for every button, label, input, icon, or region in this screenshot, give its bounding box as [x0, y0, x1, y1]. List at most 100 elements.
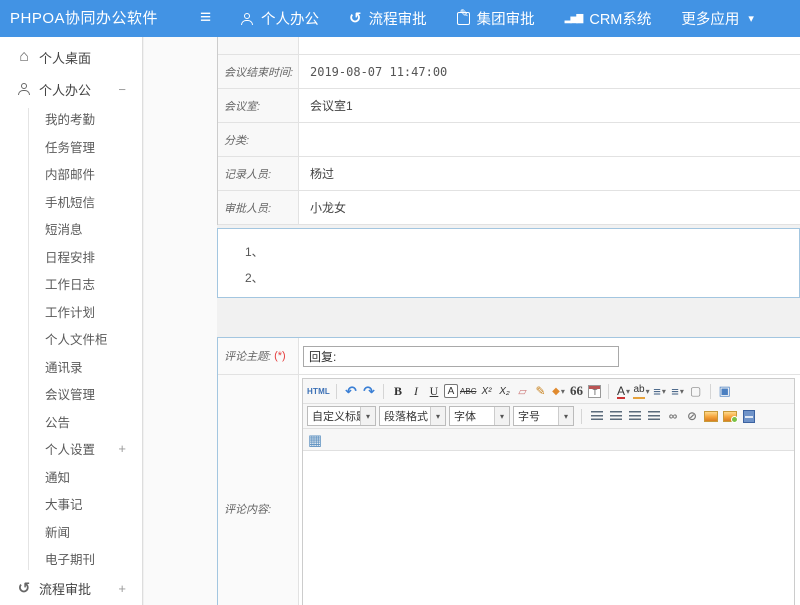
sidebar-item-personal-office[interactable]: 个人办公 − [0, 73, 142, 105]
form-label: 分类: [218, 123, 299, 156]
editor-content-area[interactable] [303, 451, 794, 605]
form-value: 会议室1 [299, 89, 800, 122]
edit-icon [457, 12, 470, 25]
app-window: PHPOA协同办公软件 ≡ 个人办公 流程审批 集团审批 CRM系统 更多应用 … [0, 0, 800, 605]
form-value [299, 123, 800, 156]
top-menu-label: CRM系统 [589, 8, 651, 29]
top-menu-more-apps[interactable]: 更多应用 ▾ [681, 0, 754, 37]
comment-subject-label-cell: 评论主题: (*) [218, 338, 299, 374]
sidebar-item-contacts[interactable]: 通讯录 [0, 353, 142, 381]
toolbar-align-center-button[interactable] [608, 407, 624, 426]
toolbar-numbered-list-button[interactable]: ≡ ▾ [652, 382, 668, 401]
sidebar-item-notifications[interactable]: 通知 [0, 463, 142, 491]
form-value: 杨过 [299, 157, 800, 190]
sidebar-item-label: 个人桌面 [39, 48, 91, 67]
top-menu: 个人办公 流程审批 集团审批 CRM系统 更多应用 ▾ [240, 0, 754, 37]
font-family-dropdown[interactable]: 字体 ▾ [449, 406, 510, 426]
top-navbar: PHPOA协同办公软件 ≡ 个人办公 流程审批 集团审批 CRM系统 更多应用 … [0, 0, 800, 37]
sidebar-item-memorabilia[interactable]: 大事记 [0, 490, 142, 518]
sidebar-item-internal-mail[interactable]: 内部邮件 [0, 160, 142, 188]
history-icon [16, 581, 32, 596]
sidebar-item-label: 流程审批 [39, 579, 91, 598]
sidebar-item-personal-files[interactable]: 个人文件柜 [0, 325, 142, 353]
toolbar-bold-button[interactable]: B [390, 382, 406, 401]
toolbar-superscript-button[interactable]: X² [478, 382, 494, 401]
collapse-icon[interactable]: − [118, 82, 126, 97]
toolbar-html-source-button[interactable]: HTML [307, 382, 330, 401]
top-menu-crm-system[interactable]: CRM系统 [565, 0, 652, 37]
toolbar-bullet-list-button[interactable]: ≡ ▾ [670, 382, 686, 401]
toolbar-justify-button[interactable] [646, 407, 662, 426]
font-color-icon: A [617, 384, 625, 399]
toolbar-undo-button[interactable]: ↶ [343, 382, 359, 401]
top-menu-group-approval[interactable]: 集团审批 [457, 0, 535, 37]
dropdown-label: 字体 [450, 408, 494, 424]
toolbar-font-style-button[interactable]: A [444, 384, 458, 398]
expand-icon[interactable]: + [118, 581, 126, 596]
top-menu-label: 集团审批 [477, 8, 535, 29]
top-menu-workflow-approval[interactable]: 流程审批 [349, 0, 427, 37]
sidebar-item-meeting-management[interactable]: 会议管理 [0, 380, 142, 408]
sidebar-item-news[interactable]: 新闻 [0, 518, 142, 546]
toolbar-quick-format-button[interactable]: ◆ ▾ [550, 382, 566, 401]
toolbar-redo-button[interactable]: ↷ [361, 382, 377, 401]
toolbar-format-painter-button[interactable]: ✎ [532, 382, 548, 401]
sidebar-item-work-plan[interactable]: 工作计划 [0, 298, 142, 326]
expand-icon[interactable]: + [118, 441, 126, 456]
sidebar-item-work-log[interactable]: 工作日志 [0, 270, 142, 298]
person-icon [240, 12, 254, 26]
caret-down-icon: ▾ [430, 407, 445, 425]
toolbar-insert-media-button[interactable] [741, 407, 757, 426]
sidebar-item-label: 大事记 [45, 494, 83, 513]
sidebar-item-label: 手机短信 [45, 192, 95, 211]
sidebar-item-e-journal[interactable]: 电子期刊 [0, 545, 142, 573]
paragraph-format-dropdown[interactable]: 段落格式 ▾ [379, 406, 446, 426]
sidebar-item-short-message[interactable]: 短消息 [0, 215, 142, 243]
toolbar-highlight-button[interactable]: ab ▾ [633, 382, 649, 401]
toolbar-underline-button[interactable]: U [426, 382, 442, 401]
toolbar-insert-date-button[interactable] [586, 382, 602, 401]
app-logo: PHPOA协同办公软件 [10, 0, 158, 37]
sidebar-item-label: 公告 [45, 412, 70, 431]
form-label: 会议结束时间: [218, 55, 299, 88]
toolbar-font-color-button[interactable]: A ▾ [615, 382, 631, 401]
toolbar-insert-table-button[interactable]: ▦ [307, 430, 323, 449]
form-label: 审批人员: [218, 191, 299, 224]
caret-down-icon: ▾ [646, 387, 650, 396]
caret-down-icon: ▾ [494, 407, 509, 425]
font-size-dropdown[interactable]: 字号 ▾ [513, 406, 574, 426]
toolbar-fullscreen-button[interactable]: ▣ [717, 382, 733, 401]
comment-subject-input[interactable] [303, 346, 619, 367]
toolbar-subscript-button[interactable]: X₂ [496, 382, 512, 401]
toolbar-align-right-button[interactable] [627, 407, 643, 426]
sidebar-item-workflow-approval[interactable]: 流程审批 + [0, 573, 142, 605]
toolbar-italic-button[interactable]: I [408, 382, 424, 401]
toolbar-blockquote-button[interactable]: 66 [568, 382, 584, 401]
sidebar-item-mobile-sms[interactable]: 手机短信 [0, 188, 142, 216]
sidebar-item-schedule[interactable]: 日程安排 [0, 243, 142, 271]
sidebar-item-label: 工作日志 [45, 274, 95, 293]
sidebar-item-my-attendance[interactable]: 我的考勤 [0, 105, 142, 133]
toolbar-upload-image-button[interactable] [722, 407, 738, 426]
toolbar-insert-link-button[interactable]: ∞ [665, 407, 681, 426]
sidebar-item-label: 个人设置 [45, 439, 95, 458]
toolbar-clear-format-button[interactable]: ▱ [514, 382, 530, 401]
sidebar-item-announcements[interactable]: 公告 [0, 408, 142, 436]
top-menu-personal-office[interactable]: 个人办公 [240, 0, 319, 37]
comment-content-label: 评论内容: [224, 501, 271, 517]
sidebar-item-personal-desktop[interactable]: 个人桌面 [0, 41, 142, 73]
comment-content-label-cell: 评论内容: [218, 375, 299, 605]
sidebar-item-label: 短消息 [45, 219, 83, 238]
toolbar-strikethrough-button[interactable]: ABC [460, 382, 476, 401]
toolbar-remove-link-button[interactable]: ⊘ [684, 407, 700, 426]
bullet-list-icon: ≡ [671, 384, 679, 399]
hamburger-menu-icon[interactable]: ≡ [200, 0, 211, 37]
toolbar-align-left-button[interactable] [589, 407, 605, 426]
sidebar-item-label: 新闻 [45, 522, 70, 541]
sidebar-item-personal-settings[interactable]: 个人设置 + [0, 435, 142, 463]
heading-style-dropdown[interactable]: 自定义标题 ▾ [307, 406, 376, 426]
toolbar-new-page-button[interactable]: ▢ [688, 382, 704, 401]
home-icon [16, 49, 32, 65]
sidebar-item-task-management[interactable]: 任务管理 [0, 133, 142, 161]
toolbar-insert-image-button[interactable] [703, 407, 719, 426]
